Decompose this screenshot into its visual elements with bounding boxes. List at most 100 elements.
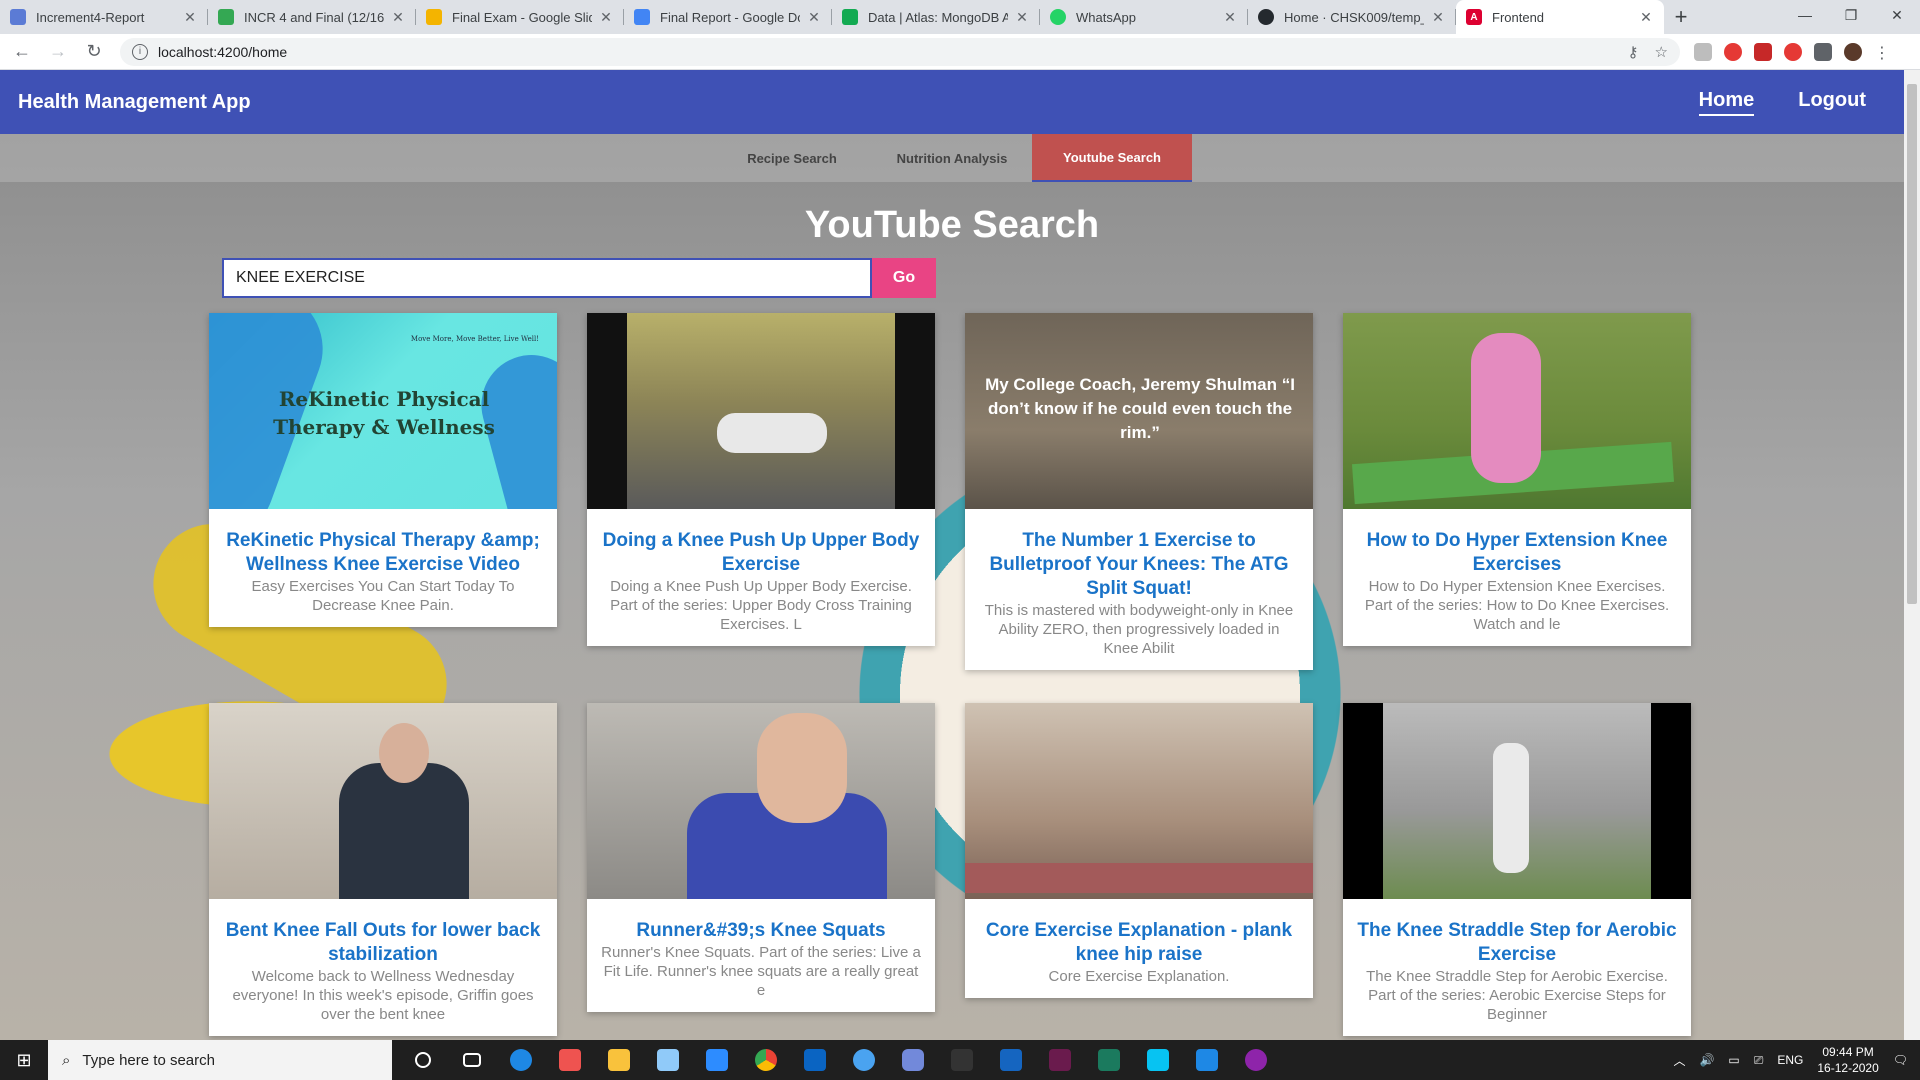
- browser-tab[interactable]: Final Report - Google Docs ✕: [624, 0, 832, 34]
- battery-icon[interactable]: ▭: [1728, 1053, 1739, 1067]
- opera-extension-icon[interactable]: [1724, 42, 1742, 61]
- video-title[interactable]: The Knee Straddle Step for Aerobic Exerc…: [1357, 919, 1677, 967]
- file-explorer-icon[interactable]: [594, 1040, 643, 1080]
- video-title[interactable]: The Number 1 Exercise to Bulletproof You…: [979, 529, 1299, 601]
- opera-extension-icon[interactable]: [1784, 42, 1802, 61]
- video-thumbnail[interactable]: [587, 703, 935, 899]
- video-description: This is mastered with bodyweight-only in…: [984, 602, 1294, 657]
- clock[interactable]: 09:44 PM 16-12-2020: [1817, 1044, 1878, 1076]
- browser-tab[interactable]: INCR 4 and Final (12/16) - G ✕: [208, 0, 416, 34]
- forward-icon[interactable]: →: [44, 38, 72, 66]
- video-title[interactable]: Doing a Knee Push Up Upper Body Exercise: [601, 529, 921, 577]
- video-title[interactable]: How to Do Hyper Extension Knee Exercises: [1357, 529, 1677, 577]
- record-icon[interactable]: [1231, 1040, 1280, 1080]
- taskbar-search[interactable]: ⌕ Type here to search: [48, 1040, 392, 1080]
- zoom-icon[interactable]: [692, 1040, 741, 1080]
- nav-home-link[interactable]: Home: [1698, 89, 1755, 116]
- video-thumbnail[interactable]: [587, 313, 935, 509]
- tab-youtube-search[interactable]: Youtube Search: [1032, 134, 1192, 182]
- header-nav: Home Logout: [1698, 89, 1866, 116]
- video-thumbnail[interactable]: [965, 703, 1313, 899]
- close-tab-icon[interactable]: ✕: [598, 9, 614, 26]
- page-scrollbar[interactable]: [1904, 70, 1920, 1040]
- search-icon: ⌕: [62, 1051, 71, 1069]
- tab-favicon-icon: [634, 9, 650, 25]
- windows-start-icon[interactable]: ⊞: [0, 1040, 48, 1080]
- gitkraken-icon[interactable]: [1084, 1040, 1133, 1080]
- search-input[interactable]: [222, 258, 872, 298]
- address-bar[interactable]: i localhost:4200/home ⚷ ☆: [120, 37, 1680, 66]
- video-thumbnail[interactable]: [1343, 313, 1691, 509]
- bookmark-star-icon[interactable]: ☆: [1655, 43, 1668, 61]
- tab-favicon-icon: [426, 9, 442, 25]
- browser-tab[interactable]: Final Exam - Google Slides ✕: [416, 0, 624, 34]
- network-icon[interactable]: ⎚: [1754, 1053, 1764, 1068]
- tab-recipe-search[interactable]: Recipe Search: [712, 134, 872, 182]
- close-tab-icon[interactable]: ✕: [1014, 9, 1030, 26]
- chrome-icon[interactable]: [741, 1040, 790, 1080]
- vscode-icon[interactable]: [1182, 1040, 1231, 1080]
- teams-icon[interactable]: [839, 1040, 888, 1080]
- key-icon[interactable]: ⚷: [1628, 43, 1639, 61]
- cortana-icon[interactable]: [398, 1040, 447, 1080]
- new-tab-icon[interactable]: +: [1664, 0, 1698, 34]
- close-tab-icon[interactable]: ✕: [390, 9, 406, 26]
- video-card[interactable]: Runner&#39;s Knee Squats Runner's Knee S…: [587, 703, 935, 1012]
- scrollbar-thumb[interactable]: [1907, 84, 1917, 604]
- video-thumbnail[interactable]: [209, 703, 557, 899]
- pdf-extension-icon[interactable]: [1754, 42, 1772, 61]
- store-icon[interactable]: [643, 1040, 692, 1080]
- puzzle-extensions-icon[interactable]: [1814, 42, 1832, 61]
- video-title[interactable]: Runner&#39;s Knee Squats: [601, 919, 921, 943]
- outlook-icon[interactable]: [790, 1040, 839, 1080]
- video-card[interactable]: Move More, Move Better, Live Well! ReKin…: [209, 313, 557, 627]
- minimize-icon[interactable]: —: [1782, 0, 1828, 30]
- video-card[interactable]: Bent Knee Fall Outs for lower back stabi…: [209, 703, 557, 1036]
- tray-chevron-icon[interactable]: ︿: [1673, 1052, 1685, 1069]
- video-card[interactable]: How to Do Hyper Extension Knee Exercises…: [1343, 313, 1691, 646]
- video-card[interactable]: Doing a Knee Push Up Upper Body Exercise…: [587, 313, 935, 646]
- snip-icon[interactable]: [545, 1040, 594, 1080]
- edge-icon[interactable]: [496, 1040, 545, 1080]
- language-indicator[interactable]: ENG: [1777, 1053, 1803, 1067]
- volume-icon[interactable]: 🔊: [1699, 1053, 1714, 1067]
- go-button[interactable]: Go: [872, 258, 936, 298]
- browser-tab[interactable]: Data | Atlas: MongoDB Atlas ✕: [832, 0, 1040, 34]
- video-card[interactable]: Core Exercise Explanation - plank knee h…: [965, 703, 1313, 998]
- video-thumbnail[interactable]: Move More, Move Better, Live Well! ReKin…: [209, 313, 557, 509]
- close-window-icon[interactable]: ✕: [1874, 0, 1920, 30]
- restore-icon[interactable]: ❐: [1828, 0, 1874, 30]
- video-title[interactable]: ReKinetic Physical Therapy &amp; Wellnes…: [223, 529, 543, 577]
- close-tab-icon[interactable]: ✕: [1430, 9, 1446, 26]
- video-thumbnail[interactable]: My College Coach, Jeremy Shulman “I don’…: [965, 313, 1313, 509]
- browser-tab[interactable]: Increment4-Report ✕: [0, 0, 208, 34]
- mail-icon[interactable]: [986, 1040, 1035, 1080]
- webstorm-icon[interactable]: [1133, 1040, 1182, 1080]
- back-icon[interactable]: ←: [8, 38, 36, 66]
- close-tab-icon[interactable]: ✕: [1222, 9, 1238, 26]
- mongodb-compass-icon[interactable]: [937, 1040, 986, 1080]
- browser-tab[interactable]: Home · CHSK009/temp_gro ✕: [1248, 0, 1456, 34]
- menu-kebab-icon[interactable]: ⋮: [1874, 43, 1890, 62]
- video-title[interactable]: Bent Knee Fall Outs for lower back stabi…: [223, 919, 543, 967]
- profile-avatar[interactable]: [1844, 42, 1862, 61]
- task-view-icon[interactable]: [447, 1040, 496, 1080]
- browser-tab[interactable]: WhatsApp ✕: [1040, 0, 1248, 34]
- close-tab-icon[interactable]: ✕: [1638, 9, 1654, 26]
- nav-logout-link[interactable]: Logout: [1798, 89, 1866, 116]
- video-card[interactable]: The Knee Straddle Step for Aerobic Exerc…: [1343, 703, 1691, 1036]
- tab-nutrition-analysis[interactable]: Nutrition Analysis: [872, 134, 1032, 182]
- extension-icon[interactable]: [1694, 42, 1712, 61]
- close-tab-icon[interactable]: ✕: [806, 9, 822, 26]
- vivado-icon[interactable]: [1035, 1040, 1084, 1080]
- video-title[interactable]: Core Exercise Explanation - plank knee h…: [979, 919, 1299, 967]
- discord-icon[interactable]: [888, 1040, 937, 1080]
- tab-title: Final Report - Google Docs: [660, 9, 800, 25]
- close-tab-icon[interactable]: ✕: [182, 9, 198, 26]
- site-info-icon[interactable]: i: [132, 43, 148, 60]
- browser-tab-active[interactable]: A Frontend ✕: [1456, 0, 1664, 34]
- notifications-icon[interactable]: 🗨: [1893, 1053, 1908, 1067]
- reload-icon[interactable]: ↻: [80, 38, 108, 66]
- video-card[interactable]: My College Coach, Jeremy Shulman “I don’…: [965, 313, 1313, 670]
- video-thumbnail[interactable]: [1343, 703, 1691, 899]
